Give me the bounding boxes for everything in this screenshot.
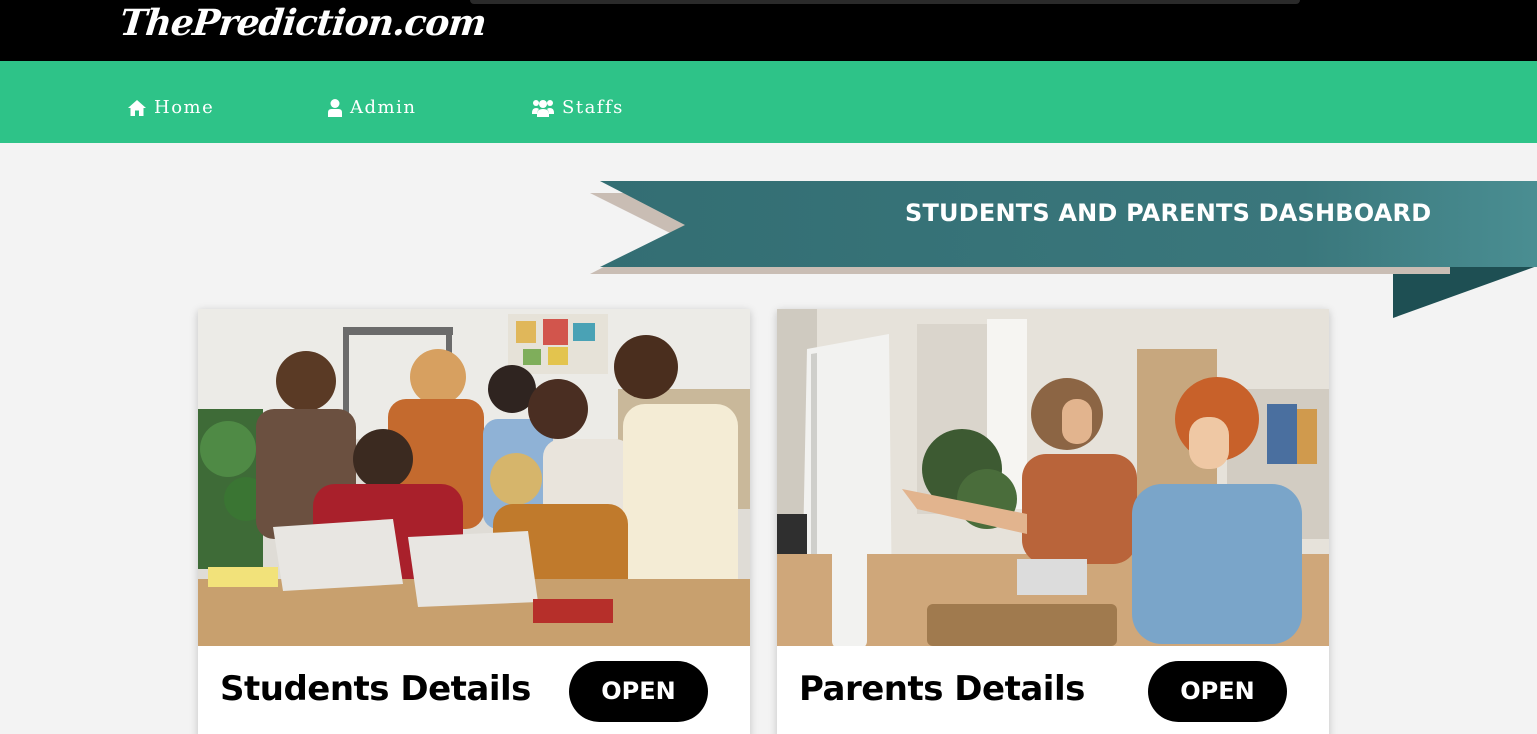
header-sheen xyxy=(470,0,1300,4)
parents-card: Parents Details OPEN xyxy=(777,309,1329,734)
nav-item-staffs[interactable]: Staffs xyxy=(532,97,624,118)
home-icon xyxy=(128,99,146,116)
students-photo xyxy=(198,309,750,646)
open-students-button[interactable]: OPEN xyxy=(569,661,708,722)
user-icon xyxy=(328,98,342,117)
banner-title: STUDENTS AND PARENTS DASHBOARD xyxy=(905,199,1432,227)
nav-label-home: Home xyxy=(154,97,215,118)
nav-item-home[interactable]: Home xyxy=(128,97,214,118)
parents-card-title: Parents Details xyxy=(799,669,1085,709)
site-logo[interactable]: ThePrediction.com xyxy=(118,2,488,44)
parents-photo xyxy=(777,309,1329,646)
users-icon xyxy=(532,99,554,117)
nav-label-admin: Admin xyxy=(350,97,417,118)
students-card: Students Details OPEN xyxy=(198,309,750,734)
top-header-bar: ThePrediction.com xyxy=(0,0,1537,61)
banner-fold xyxy=(1393,266,1537,318)
main-navigation: Home Admin Staffs xyxy=(0,61,1537,143)
students-card-title: Students Details xyxy=(220,669,531,709)
open-parents-button[interactable]: OPEN xyxy=(1148,661,1287,722)
nav-label-staffs: Staffs xyxy=(562,97,624,118)
nav-item-admin[interactable]: Admin xyxy=(328,97,416,118)
